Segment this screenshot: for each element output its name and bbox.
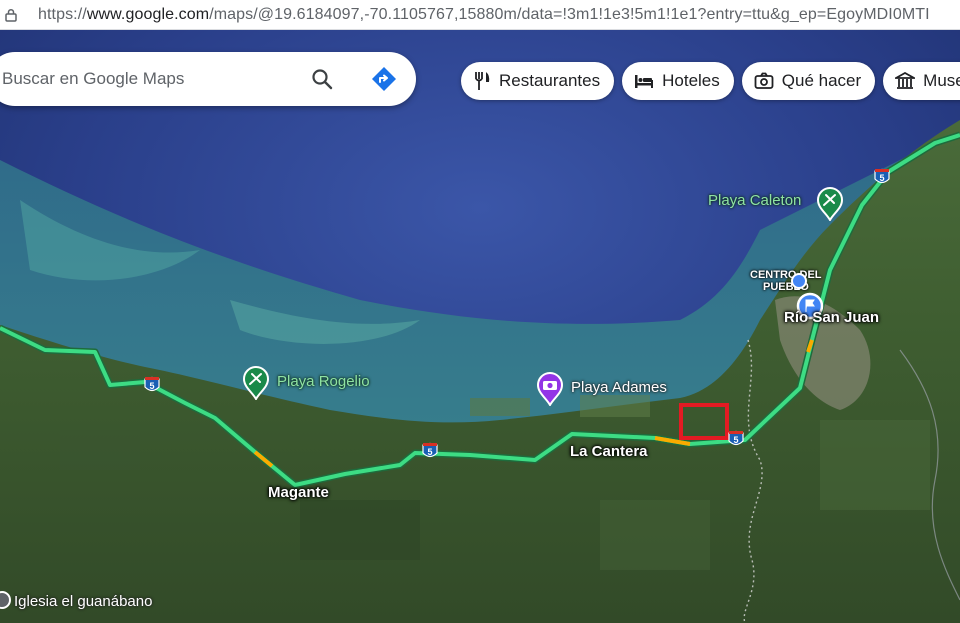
directions-diamond-icon [372,67,396,91]
chip-label: Restaurantes [499,71,601,90]
place-label-iglesia[interactable]: Iglesia el guanábano [14,593,152,610]
category-chips: Restaurantes Hoteles Qué hacer Museos [461,62,960,100]
route-shield: 5 [874,168,890,186]
place-label-playa-rogelio[interactable]: Playa Rogelio [277,373,370,390]
place-label-rio-san-juan[interactable]: Río San Juan [784,309,879,326]
url-prefix: https:// [38,5,87,23]
field-patch [820,420,930,510]
search-button[interactable] [308,65,336,93]
route-shield-number: 5 [149,381,154,391]
place-label-centro-line1[interactable]: CENTRO DEL [750,269,822,281]
directions-button[interactable] [370,65,398,93]
attraction-pin[interactable] [536,372,564,406]
camera-icon [754,72,774,89]
route-shield: 5 [144,376,160,394]
field-patch [600,500,710,570]
browser-url-bar[interactable]: https://www.google.com/maps/@19.6184097,… [0,0,960,30]
beach-pin[interactable] [242,366,270,400]
route-shield-number: 5 [879,173,884,183]
route-shield-number: 5 [733,435,738,445]
magnifier-icon [312,69,333,90]
url-text[interactable]: https://www.google.com/maps/@19.6184097,… [38,6,930,24]
chip-museos[interactable]: Museos [883,62,960,100]
beach-pin[interactable] [816,187,844,221]
museum-icon [895,72,916,89]
place-label-playa-caleton[interactable]: Playa Caleton [708,192,801,209]
place-label-playa-adames[interactable]: Playa Adames [571,379,667,396]
url-path: /maps/@19.6184097,-70.1105767,15880m/dat… [209,5,930,23]
chip-restaurantes[interactable]: Restaurantes [461,62,615,100]
church-pin[interactable] [0,590,12,610]
chip-hoteles[interactable]: Hoteles [622,62,734,100]
chip-label: Qué hacer [781,71,862,90]
chip-label: Hoteles [662,71,720,90]
url-host: www.google.com [86,5,210,23]
route-shield: 5 [422,442,438,460]
location-dot[interactable] [791,273,807,289]
field-patch [580,395,650,417]
search-input[interactable] [0,68,294,90]
chip-que-hacer[interactable]: Qué hacer [741,62,876,100]
route-shield: 5 [728,430,744,448]
field-patch [300,500,420,560]
map-canvas[interactable] [0,30,960,623]
place-label-magante[interactable]: Magante [268,484,329,501]
search-box[interactable] [0,52,416,106]
site-info-icon[interactable] [4,8,18,22]
place-label-la-cantera[interactable]: La Cantera [570,443,648,460]
satellite-map[interactable]: 5 5 5 5 Playa Caleton CENTRO DEL PUEBLO … [0,30,960,623]
bed-icon [635,75,654,88]
route-shield-number: 5 [427,447,432,457]
field-patch [470,398,530,416]
fork-knife-icon [475,72,490,90]
field-patch [60,430,140,470]
chip-label: Museos [923,71,960,90]
